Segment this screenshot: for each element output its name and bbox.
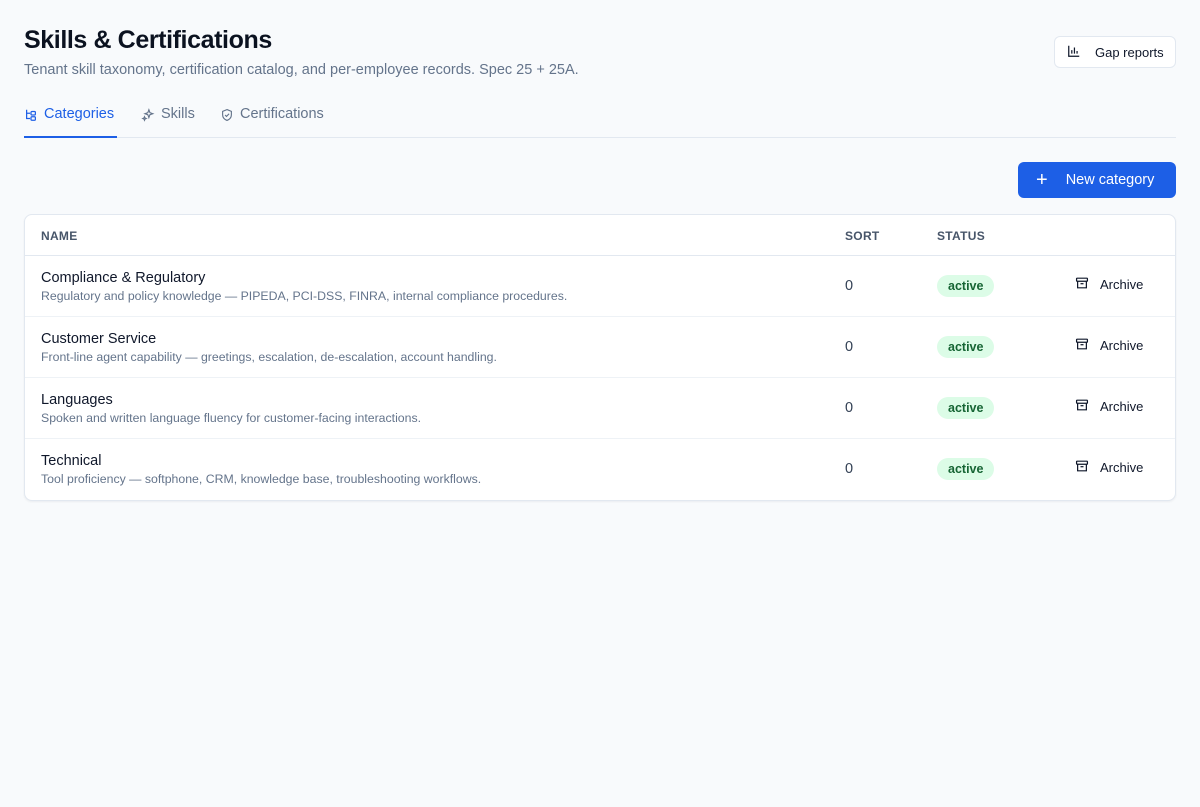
plus-icon: +: [1036, 169, 1048, 191]
status-badge: active: [937, 397, 995, 419]
page-header: Skills & Certifications Tenant skill tax…: [24, 0, 1176, 90]
archive-label: Archive: [1100, 460, 1144, 475]
category-name: Technical: [41, 453, 102, 469]
category-description: Tool proficiency — softphone, CRM, knowl…: [41, 472, 482, 486]
archive-icon: [1075, 276, 1089, 293]
gap-reports-button[interactable]: Gap reports: [1054, 36, 1176, 68]
tab-categories[interactable]: Categories: [24, 100, 117, 138]
new-category-button[interactable]: + New category: [1018, 162, 1176, 198]
archive-button[interactable]: Archive: [1075, 337, 1143, 354]
categories-table: NAME SORT STATUS Compliance & Regulatory…: [24, 214, 1176, 501]
table-row: Compliance & Regulatory Regulatory and p…: [25, 256, 1175, 317]
category-name: Customer Service: [41, 331, 157, 347]
table-header: NAME SORT STATUS: [25, 215, 1175, 256]
tab-label: Skills: [161, 106, 195, 122]
table-row: Technical Tool proficiency — softphone, …: [25, 439, 1175, 500]
page-subtitle: Tenant skill taxonomy, certification cat…: [24, 62, 579, 78]
page-title: Skills & Certifications: [24, 26, 272, 54]
category-description: Regulatory and policy knowledge — PIPEDA…: [41, 289, 568, 303]
column-header-status: STATUS: [937, 229, 986, 243]
sparkles-icon: [141, 106, 155, 126]
archive-icon: [1075, 459, 1089, 476]
status-badge: active: [937, 336, 995, 358]
new-category-label: New category: [1065, 172, 1155, 188]
archive-icon: [1075, 337, 1089, 354]
page: Skills & Certifications Tenant skill tax…: [24, 0, 1176, 501]
category-description: Spoken and written language fluency for …: [41, 411, 422, 425]
tab-certifications[interactable]: Certifications: [220, 100, 324, 138]
status-badge: active: [937, 458, 995, 480]
shield-icon: [220, 106, 234, 126]
archive-label: Archive: [1100, 277, 1144, 292]
status-badge: active: [937, 275, 995, 297]
hierarchy-icon: [24, 106, 38, 126]
archive-button[interactable]: Archive: [1075, 398, 1143, 415]
archive-button[interactable]: Archive: [1075, 459, 1143, 476]
category-sort: 0: [845, 400, 854, 416]
column-header-name: NAME: [41, 229, 78, 243]
table-row: Customer Service Front-line agent capabi…: [25, 317, 1175, 378]
archive-button[interactable]: Archive: [1075, 276, 1143, 293]
category-name: Languages: [41, 392, 113, 408]
tab-bar: Categories Skills Certifications: [24, 100, 1176, 138]
archive-icon: [1075, 398, 1089, 415]
tab-label: Certifications: [240, 106, 324, 122]
tab-skills[interactable]: Skills: [141, 100, 195, 138]
archive-label: Archive: [1100, 399, 1144, 414]
bar-chart-icon: [1067, 44, 1081, 61]
table-row: Languages Spoken and written language fl…: [25, 378, 1175, 439]
category-name: Compliance & Regulatory: [41, 270, 206, 286]
tab-label: Categories: [44, 106, 115, 122]
archive-label: Archive: [1100, 338, 1144, 353]
category-sort: 0: [845, 339, 854, 355]
category-description: Front-line agent capability — greetings,…: [41, 350, 497, 364]
gap-reports-label: Gap reports: [1095, 44, 1164, 60]
category-sort: 0: [845, 461, 854, 477]
column-header-sort: SORT: [845, 229, 880, 243]
category-sort: 0: [845, 278, 854, 294]
